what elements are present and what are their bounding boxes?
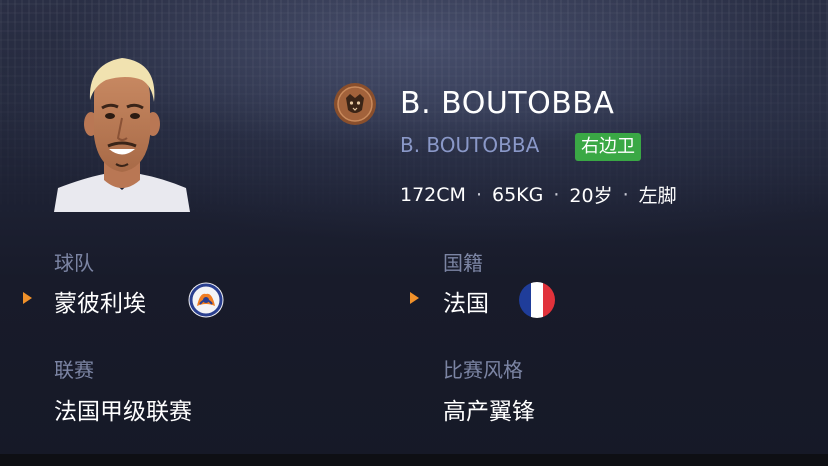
play-style-value: 高产翼锋 <box>443 399 535 425</box>
team-label: 球队 <box>54 251 94 275</box>
league-value: 法国甲级联赛 <box>54 399 192 425</box>
separator-dot: · <box>622 183 629 206</box>
play-style-label: 比赛风格 <box>443 358 523 382</box>
bottom-divider <box>0 454 828 466</box>
player-profile-card: B. BOUTOBBA B. BOUTOBBA 右边卫 172CM · 65KG… <box>0 0 828 466</box>
height-value: 172CM <box>400 183 466 206</box>
player-photo <box>54 50 190 212</box>
foot-value: 左脚 <box>638 185 677 207</box>
separator-dot: · <box>475 183 482 206</box>
player-name: B. BOUTOBBA <box>400 86 615 121</box>
france-flag-icon <box>519 282 555 318</box>
club-coin-icon <box>333 82 377 126</box>
league-label: 联赛 <box>54 358 94 382</box>
nationality-value[interactable]: 法国 <box>443 284 489 318</box>
team-arrow-icon[interactable] <box>23 292 32 304</box>
nationality-label: 国籍 <box>443 251 483 275</box>
player-stats-line: 172CM · 65KG · 20岁 · 左脚 <box>400 181 677 208</box>
nationality-arrow-icon[interactable] <box>410 292 419 304</box>
montpellier-crest-icon <box>188 282 224 318</box>
team-value[interactable]: 蒙彼利埃 <box>54 284 146 318</box>
player-short-name: B. BOUTOBBA <box>400 133 540 157</box>
separator-dot: · <box>553 183 560 206</box>
position-badge: 右边卫 <box>575 133 641 161</box>
weight-value: 65KG <box>491 183 544 206</box>
age-value: 20岁 <box>569 185 613 207</box>
